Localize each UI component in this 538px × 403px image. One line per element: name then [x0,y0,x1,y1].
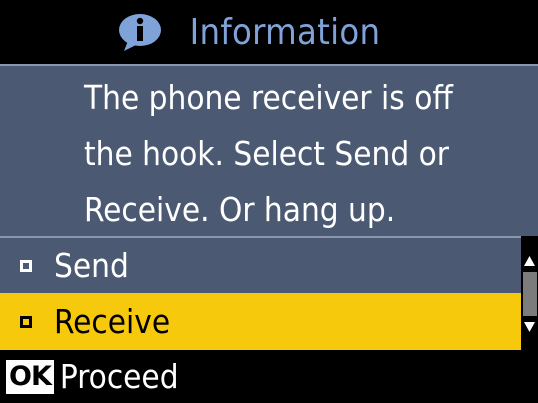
message-line: The phone receiver is off [84,78,453,117]
option-label: Send [54,246,129,285]
scrollbar[interactable] [521,236,538,350]
message-line: the hook. Select Send or [84,134,449,173]
options-list: Send Receive [0,236,521,350]
bullet-icon [20,315,32,328]
ok-button-icon[interactable]: OK [6,359,54,394]
message-panel: The phone receiver is off the hook. Sele… [0,64,538,236]
footer-bar: OK Proceed [0,350,538,403]
message-line: Receive. Or hang up. [84,190,396,229]
dialog-header: Information [0,0,538,64]
bullet-icon [20,259,32,272]
proceed-label: Proceed [59,357,179,396]
option-send[interactable]: Send [0,236,521,293]
option-receive[interactable]: Receive [0,293,521,350]
scroll-down-arrow-icon[interactable] [521,318,538,336]
lcd-screen: Information The phone receiver is off th… [0,0,538,403]
info-icon [118,14,161,51]
dialog-title: Information [189,11,381,53]
scroll-up-arrow-icon[interactable] [521,252,538,270]
scroll-thumb[interactable] [523,272,537,316]
option-label: Receive [54,302,171,341]
